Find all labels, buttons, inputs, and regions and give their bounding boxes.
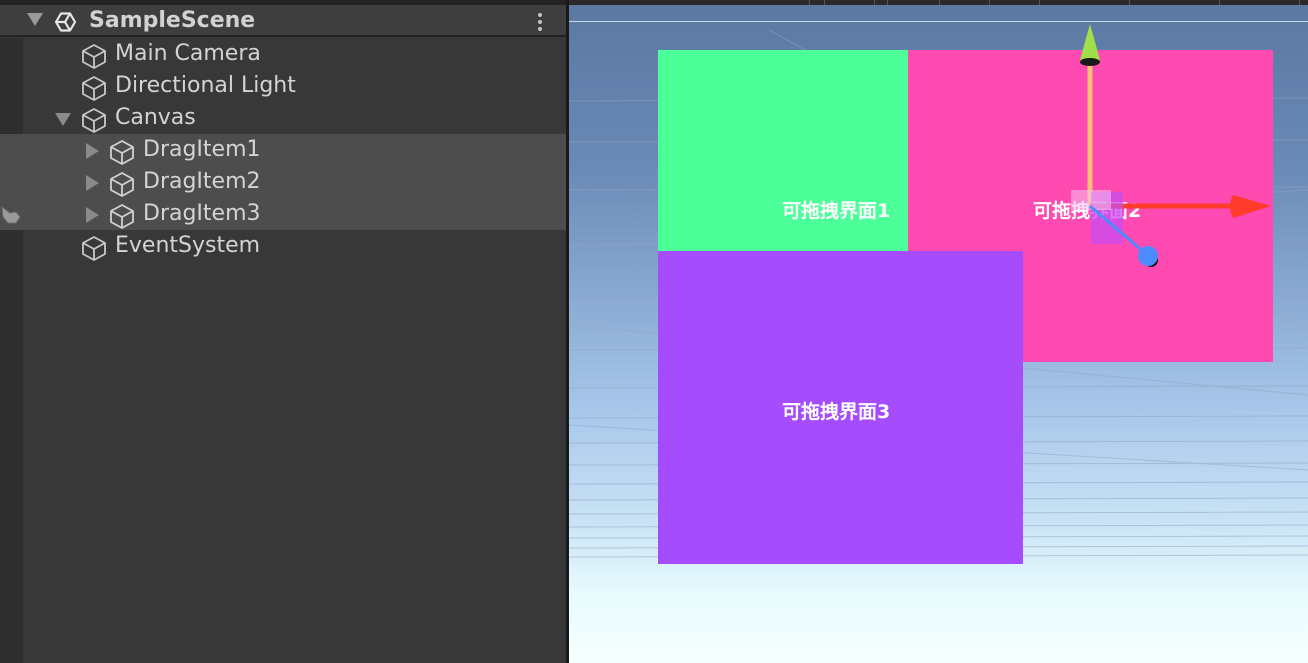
- collapse-arrow-icon[interactable]: [27, 13, 43, 26]
- expand-arrow-icon[interactable]: [86, 175, 99, 191]
- collapse-arrow-icon[interactable]: [55, 113, 71, 126]
- hierarchy-item-label: DragItem2: [143, 169, 261, 194]
- hierarchy-item-label: Directional Light: [115, 73, 296, 98]
- hierarchy-item-label: EventSystem: [115, 233, 261, 258]
- drag-hand-cursor-icon: [1, 205, 21, 224]
- hierarchy-item-canvas[interactable]: Canvas: [0, 102, 566, 134]
- hierarchy-item-dragitem2[interactable]: DragItem2: [0, 166, 566, 198]
- gameobject-cube-icon: [110, 204, 134, 229]
- expand-arrow-icon[interactable]: [86, 143, 99, 159]
- scene-header[interactable]: SampleScene: [0, 5, 566, 37]
- hierarchy-item-label: DragItem1: [143, 137, 261, 162]
- move-tool-gizmo-icon[interactable]: [569, 0, 1308, 663]
- gizmo-y-cone-base: [1080, 58, 1100, 66]
- gizmo-x-axis-handle[interactable]: [1230, 195, 1271, 218]
- hierarchy-item-eventsystem[interactable]: EventSystem: [0, 230, 566, 262]
- more-vertical-icon[interactable]: [535, 11, 545, 33]
- hierarchy-item-dragitem1[interactable]: DragItem1: [0, 134, 566, 166]
- gameobject-cube-icon: [110, 172, 134, 197]
- gameobject-cube-icon: [110, 140, 134, 165]
- unity-logo-icon: [54, 12, 77, 32]
- hierarchy-item-label: Canvas: [115, 105, 196, 130]
- gameobject-cube-icon: [82, 236, 106, 261]
- gameobject-cube-icon: [82, 108, 106, 133]
- hierarchy-item-directional-light[interactable]: Directional Light: [0, 70, 566, 102]
- gizmo-z-axis-handle[interactable]: [1138, 246, 1158, 266]
- hierarchy-item-main-camera[interactable]: Main Camera: [0, 38, 566, 70]
- hierarchy-item-label: Main Camera: [115, 41, 261, 66]
- hierarchy-panel: SampleScene Main Camera Directional Ligh…: [0, 0, 566, 663]
- hierarchy-item-dragitem3[interactable]: DragItem3: [0, 198, 566, 230]
- scene-view[interactable]: 可拖拽界面1 可拖拽界面2 可拖拽界面3: [569, 0, 1308, 663]
- scene-title: SampleScene: [89, 8, 256, 33]
- gameobject-cube-icon: [82, 44, 106, 69]
- hierarchy-item-label: DragItem3: [143, 201, 261, 226]
- gameobject-cube-icon: [82, 76, 106, 101]
- expand-arrow-icon[interactable]: [86, 207, 99, 223]
